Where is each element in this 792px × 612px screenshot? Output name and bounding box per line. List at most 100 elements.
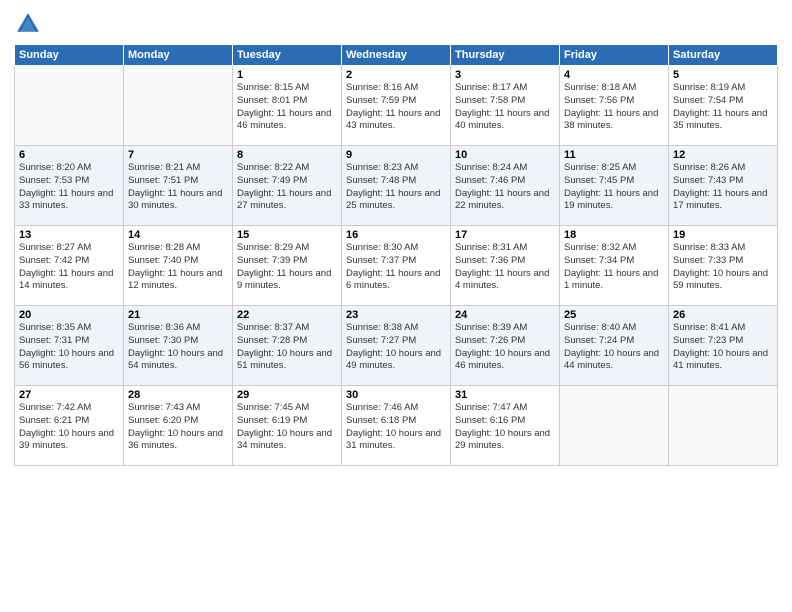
day-number: 24 <box>455 309 555 321</box>
day-number: 23 <box>346 309 446 321</box>
calendar-cell: 3Sunrise: 8:17 AM Sunset: 7:58 PM Daylig… <box>451 66 560 146</box>
day-number: 1 <box>237 69 337 81</box>
day-number: 14 <box>128 229 228 241</box>
day-info: Sunrise: 8:39 AM Sunset: 7:26 PM Dayligh… <box>455 322 555 373</box>
day-info: Sunrise: 8:30 AM Sunset: 7:37 PM Dayligh… <box>346 242 446 293</box>
calendar-cell: 19Sunrise: 8:33 AM Sunset: 7:33 PM Dayli… <box>669 226 778 306</box>
day-number: 27 <box>19 389 119 401</box>
weekday-header-tuesday: Tuesday <box>233 45 342 66</box>
day-number: 28 <box>128 389 228 401</box>
calendar-cell <box>669 386 778 466</box>
logo-icon <box>14 10 42 38</box>
day-info: Sunrise: 8:38 AM Sunset: 7:27 PM Dayligh… <box>346 322 446 373</box>
weekday-header-row: SundayMondayTuesdayWednesdayThursdayFrid… <box>15 45 778 66</box>
day-number: 13 <box>19 229 119 241</box>
day-number: 20 <box>19 309 119 321</box>
day-info: Sunrise: 8:25 AM Sunset: 7:45 PM Dayligh… <box>564 162 664 213</box>
calendar-cell: 13Sunrise: 8:27 AM Sunset: 7:42 PM Dayli… <box>15 226 124 306</box>
calendar-cell: 29Sunrise: 7:45 AM Sunset: 6:19 PM Dayli… <box>233 386 342 466</box>
day-number: 11 <box>564 149 664 161</box>
calendar-cell: 30Sunrise: 7:46 AM Sunset: 6:18 PM Dayli… <box>342 386 451 466</box>
calendar-cell: 20Sunrise: 8:35 AM Sunset: 7:31 PM Dayli… <box>15 306 124 386</box>
calendar-cell: 26Sunrise: 8:41 AM Sunset: 7:23 PM Dayli… <box>669 306 778 386</box>
day-info: Sunrise: 8:31 AM Sunset: 7:36 PM Dayligh… <box>455 242 555 293</box>
calendar-cell: 27Sunrise: 7:42 AM Sunset: 6:21 PM Dayli… <box>15 386 124 466</box>
day-number: 17 <box>455 229 555 241</box>
day-number: 7 <box>128 149 228 161</box>
calendar-cell: 11Sunrise: 8:25 AM Sunset: 7:45 PM Dayli… <box>560 146 669 226</box>
day-number: 2 <box>346 69 446 81</box>
day-number: 31 <box>455 389 555 401</box>
calendar-cell: 22Sunrise: 8:37 AM Sunset: 7:28 PM Dayli… <box>233 306 342 386</box>
day-info: Sunrise: 8:22 AM Sunset: 7:49 PM Dayligh… <box>237 162 337 213</box>
day-number: 3 <box>455 69 555 81</box>
calendar-cell <box>15 66 124 146</box>
weekday-header-friday: Friday <box>560 45 669 66</box>
calendar-cell: 23Sunrise: 8:38 AM Sunset: 7:27 PM Dayli… <box>342 306 451 386</box>
calendar-cell: 31Sunrise: 7:47 AM Sunset: 6:16 PM Dayli… <box>451 386 560 466</box>
weekday-header-saturday: Saturday <box>669 45 778 66</box>
calendar-week-4: 20Sunrise: 8:35 AM Sunset: 7:31 PM Dayli… <box>15 306 778 386</box>
calendar-week-3: 13Sunrise: 8:27 AM Sunset: 7:42 PM Dayli… <box>15 226 778 306</box>
page: SundayMondayTuesdayWednesdayThursdayFrid… <box>0 0 792 612</box>
calendar-week-5: 27Sunrise: 7:42 AM Sunset: 6:21 PM Dayli… <box>15 386 778 466</box>
calendar-cell: 10Sunrise: 8:24 AM Sunset: 7:46 PM Dayli… <box>451 146 560 226</box>
day-info: Sunrise: 7:46 AM Sunset: 6:18 PM Dayligh… <box>346 402 446 453</box>
calendar-cell: 9Sunrise: 8:23 AM Sunset: 7:48 PM Daylig… <box>342 146 451 226</box>
header <box>14 10 778 38</box>
day-info: Sunrise: 8:28 AM Sunset: 7:40 PM Dayligh… <box>128 242 228 293</box>
day-number: 4 <box>564 69 664 81</box>
day-info: Sunrise: 8:36 AM Sunset: 7:30 PM Dayligh… <box>128 322 228 373</box>
day-number: 6 <box>19 149 119 161</box>
weekday-header-thursday: Thursday <box>451 45 560 66</box>
calendar-cell: 12Sunrise: 8:26 AM Sunset: 7:43 PM Dayli… <box>669 146 778 226</box>
day-info: Sunrise: 8:23 AM Sunset: 7:48 PM Dayligh… <box>346 162 446 213</box>
day-number: 29 <box>237 389 337 401</box>
day-number: 26 <box>673 309 773 321</box>
day-info: Sunrise: 8:26 AM Sunset: 7:43 PM Dayligh… <box>673 162 773 213</box>
calendar-week-2: 6Sunrise: 8:20 AM Sunset: 7:53 PM Daylig… <box>15 146 778 226</box>
day-number: 21 <box>128 309 228 321</box>
calendar-cell: 2Sunrise: 8:16 AM Sunset: 7:59 PM Daylig… <box>342 66 451 146</box>
calendar-table: SundayMondayTuesdayWednesdayThursdayFrid… <box>14 44 778 466</box>
weekday-header-sunday: Sunday <box>15 45 124 66</box>
calendar-cell: 28Sunrise: 7:43 AM Sunset: 6:20 PM Dayli… <box>124 386 233 466</box>
calendar-cell: 6Sunrise: 8:20 AM Sunset: 7:53 PM Daylig… <box>15 146 124 226</box>
day-info: Sunrise: 8:33 AM Sunset: 7:33 PM Dayligh… <box>673 242 773 293</box>
calendar-cell: 21Sunrise: 8:36 AM Sunset: 7:30 PM Dayli… <box>124 306 233 386</box>
day-number: 5 <box>673 69 773 81</box>
day-number: 19 <box>673 229 773 241</box>
day-info: Sunrise: 8:20 AM Sunset: 7:53 PM Dayligh… <box>19 162 119 213</box>
calendar-cell: 16Sunrise: 8:30 AM Sunset: 7:37 PM Dayli… <box>342 226 451 306</box>
day-info: Sunrise: 8:40 AM Sunset: 7:24 PM Dayligh… <box>564 322 664 373</box>
calendar-cell: 24Sunrise: 8:39 AM Sunset: 7:26 PM Dayli… <box>451 306 560 386</box>
weekday-header-monday: Monday <box>124 45 233 66</box>
logo <box>14 10 44 38</box>
day-info: Sunrise: 7:43 AM Sunset: 6:20 PM Dayligh… <box>128 402 228 453</box>
weekday-header-wednesday: Wednesday <box>342 45 451 66</box>
day-number: 22 <box>237 309 337 321</box>
day-number: 18 <box>564 229 664 241</box>
day-number: 9 <box>346 149 446 161</box>
day-info: Sunrise: 7:45 AM Sunset: 6:19 PM Dayligh… <box>237 402 337 453</box>
day-info: Sunrise: 8:21 AM Sunset: 7:51 PM Dayligh… <box>128 162 228 213</box>
day-number: 12 <box>673 149 773 161</box>
calendar-cell <box>124 66 233 146</box>
day-info: Sunrise: 8:17 AM Sunset: 7:58 PM Dayligh… <box>455 82 555 133</box>
day-info: Sunrise: 8:19 AM Sunset: 7:54 PM Dayligh… <box>673 82 773 133</box>
day-number: 15 <box>237 229 337 241</box>
day-info: Sunrise: 7:42 AM Sunset: 6:21 PM Dayligh… <box>19 402 119 453</box>
day-info: Sunrise: 8:15 AM Sunset: 8:01 PM Dayligh… <box>237 82 337 133</box>
calendar-cell: 17Sunrise: 8:31 AM Sunset: 7:36 PM Dayli… <box>451 226 560 306</box>
day-number: 30 <box>346 389 446 401</box>
day-info: Sunrise: 7:47 AM Sunset: 6:16 PM Dayligh… <box>455 402 555 453</box>
day-info: Sunrise: 8:16 AM Sunset: 7:59 PM Dayligh… <box>346 82 446 133</box>
calendar-cell: 8Sunrise: 8:22 AM Sunset: 7:49 PM Daylig… <box>233 146 342 226</box>
calendar-cell: 18Sunrise: 8:32 AM Sunset: 7:34 PM Dayli… <box>560 226 669 306</box>
calendar-cell <box>560 386 669 466</box>
calendar-cell: 14Sunrise: 8:28 AM Sunset: 7:40 PM Dayli… <box>124 226 233 306</box>
calendar-cell: 1Sunrise: 8:15 AM Sunset: 8:01 PM Daylig… <box>233 66 342 146</box>
calendar-cell: 4Sunrise: 8:18 AM Sunset: 7:56 PM Daylig… <box>560 66 669 146</box>
calendar-cell: 15Sunrise: 8:29 AM Sunset: 7:39 PM Dayli… <box>233 226 342 306</box>
calendar-cell: 5Sunrise: 8:19 AM Sunset: 7:54 PM Daylig… <box>669 66 778 146</box>
